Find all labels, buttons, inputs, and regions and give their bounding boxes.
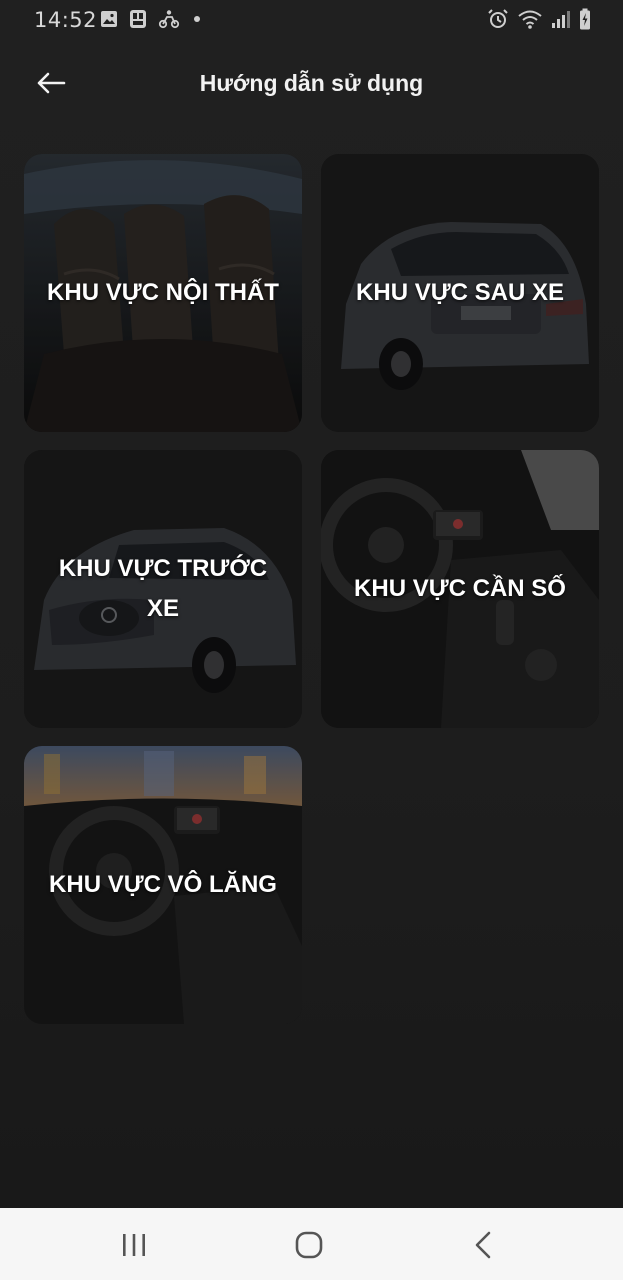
home-icon	[295, 1231, 323, 1259]
card-label-rear: KHU VỰC SAU XE	[356, 279, 564, 306]
battery-charging-icon	[580, 8, 590, 30]
system-nav-bar	[0, 1208, 623, 1280]
card-gear[interactable]: KHU VỰC CẦN SỐ	[321, 450, 599, 728]
notification-dot	[194, 16, 200, 22]
card-rear[interactable]: KHU VỰC SAU XE	[321, 154, 599, 432]
wifi-icon	[518, 10, 542, 29]
gallery-icon	[101, 11, 117, 27]
status-time: 14:52	[34, 8, 98, 32]
card-label-steering: KHU VỰC VÔ LĂNG	[49, 871, 277, 898]
status-icons-right	[487, 8, 591, 30]
sim-icon	[130, 10, 146, 28]
alarm-icon	[488, 9, 508, 28]
nav-back-button[interactable]	[464, 1228, 504, 1262]
card-front[interactable]: KHU VỰC TRƯỚC XE	[24, 450, 302, 728]
card-label-front: KHU VỰC TRƯỚC XE	[58, 555, 268, 622]
home-button[interactable]	[289, 1228, 329, 1262]
card-label-interior: KHU VỰC NỘI THẤT	[47, 279, 279, 306]
card-steering[interactable]: KHU VỰC VÔ LĂNG	[24, 746, 302, 1024]
card-label-gear: KHU VỰC CẦN SỐ	[354, 575, 566, 602]
back-icon	[475, 1231, 491, 1259]
signal-icon	[552, 11, 570, 28]
page-title: Hướng dẫn sử dụng	[199, 70, 424, 96]
status-icons-left	[100, 9, 200, 29]
recent-apps-icon	[123, 1234, 145, 1256]
app-header: Hướng dẫn sử dụng	[0, 50, 623, 116]
delivery-icon	[158, 10, 180, 29]
status-bar: 14:52	[0, 0, 623, 40]
card-interior[interactable]: KHU VỰC NỘI THẤT	[24, 154, 302, 432]
recent-apps-button[interactable]	[114, 1228, 154, 1262]
